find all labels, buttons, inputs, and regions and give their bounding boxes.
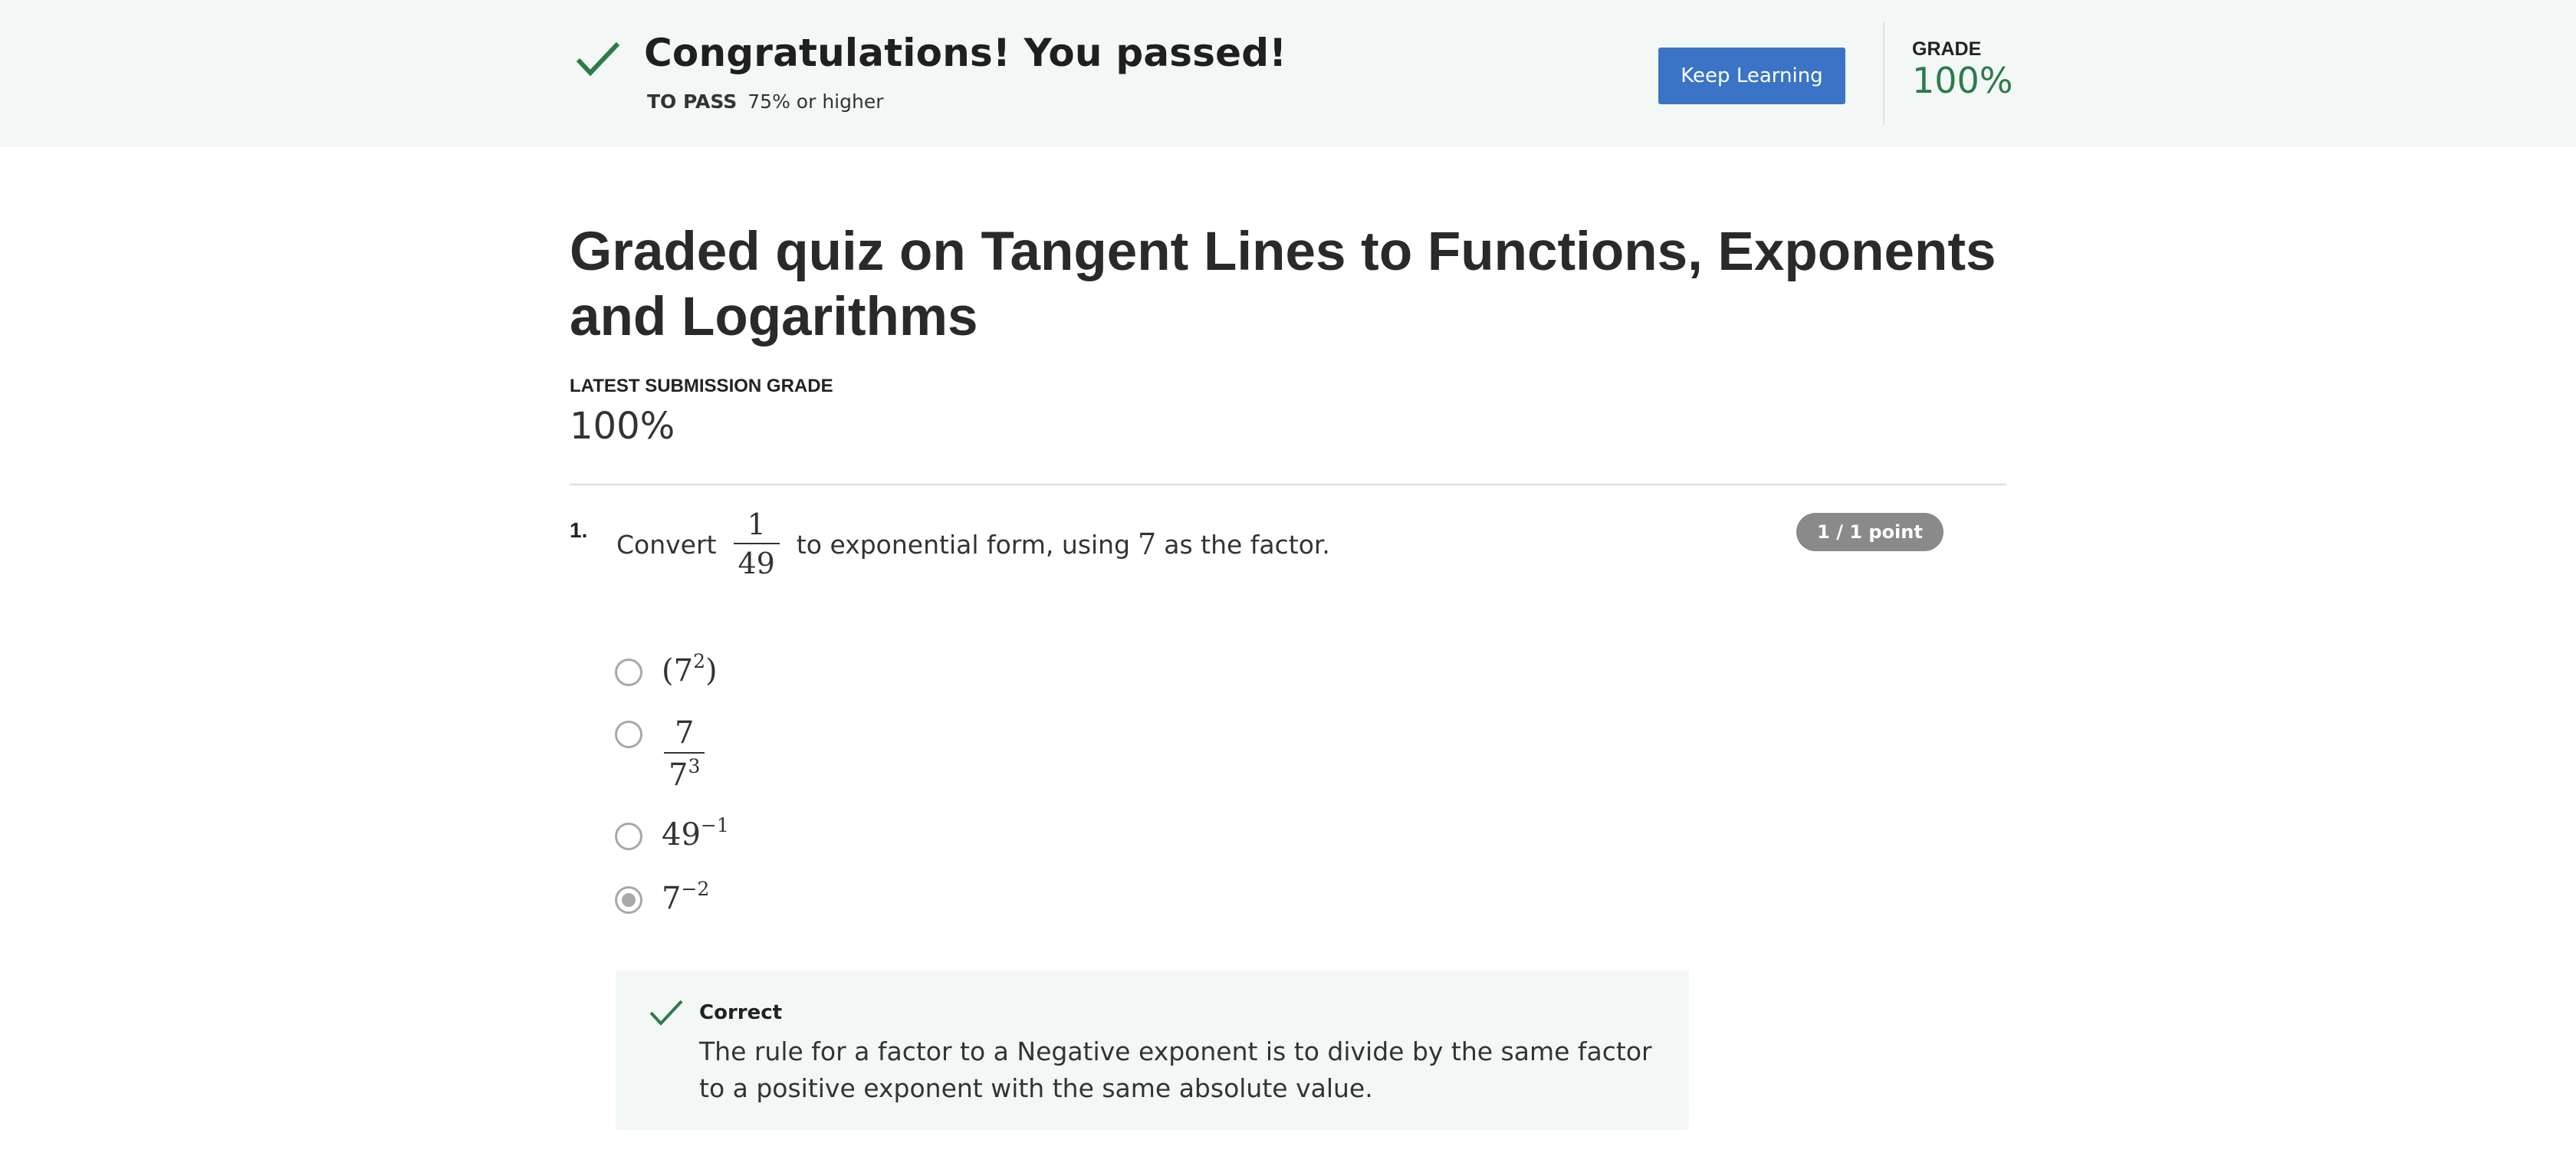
option-3-exponent: −1 (700, 814, 729, 836)
check-icon (576, 41, 620, 77)
option-2-radio[interactable] (615, 721, 642, 748)
option-1-close: ) (705, 653, 718, 688)
question-factor: 7 (1138, 527, 1157, 561)
latest-submission-grade: 100% (570, 405, 675, 448)
keep-learning-button[interactable]: Keep Learning (1658, 48, 1845, 104)
option-4-base: 7 (662, 881, 682, 916)
option-2-den-exponent: 3 (688, 755, 701, 777)
option-2-den-base: 7 (669, 757, 688, 793)
feedback-text: The rule for a factor to a Negative expo… (699, 1036, 1652, 1103)
option-4-radio[interactable] (615, 886, 642, 914)
grade-value: 100% (1912, 60, 2013, 101)
option-2-numerator: 7 (674, 715, 695, 751)
option-3-base: 49 (662, 817, 701, 852)
option-2-denominator: 73 (664, 752, 705, 797)
question-fraction: 1 49 (733, 506, 780, 583)
grade-label: GRADE (1912, 38, 1982, 60)
to-pass-requirement: TO PASS 75% or higher (647, 90, 883, 113)
option-1-label[interactable]: (72) (662, 650, 718, 688)
fraction-numerator: 1 (747, 508, 766, 541)
question-text-before: Convert (616, 529, 717, 560)
option-1-base: (7 (662, 653, 694, 688)
to-pass-label: TO PASS (647, 90, 738, 113)
section-divider (570, 484, 2006, 485)
option-2-label[interactable]: 7 73 (664, 714, 705, 797)
quiz-title: Graded quiz on Tangent Lines to Function… (570, 222, 1996, 347)
feedback-label: Correct (699, 1001, 783, 1024)
option-3-radio[interactable] (615, 823, 642, 850)
question-text-middle: to exponential form, using (796, 529, 1131, 560)
option-4-label[interactable]: 7−2 (662, 878, 710, 916)
to-pass-value: 75% or higher (748, 90, 884, 113)
banner-divider (1883, 21, 1884, 125)
question-text-after: as the factor. (1164, 529, 1330, 560)
pass-banner: Congratulations! You passed! TO PASS 75% … (0, 0, 2576, 147)
points-badge: 1 / 1 point (1796, 513, 1944, 551)
latest-submission-label: LATEST SUBMISSION GRADE (570, 376, 833, 396)
check-icon (649, 1000, 683, 1026)
option-1-radio[interactable] (615, 659, 642, 686)
pass-title: Congratulations! You passed! (644, 31, 1287, 75)
option-3-label[interactable]: 49−1 (662, 814, 729, 852)
option-1-exponent: 2 (693, 650, 705, 672)
fraction-denominator: 49 (733, 543, 780, 583)
option-4-exponent: −2 (681, 878, 710, 900)
question-prompt: Convert 1 49 to exponential form, using … (616, 506, 1330, 583)
question-number: 1. (570, 518, 588, 542)
